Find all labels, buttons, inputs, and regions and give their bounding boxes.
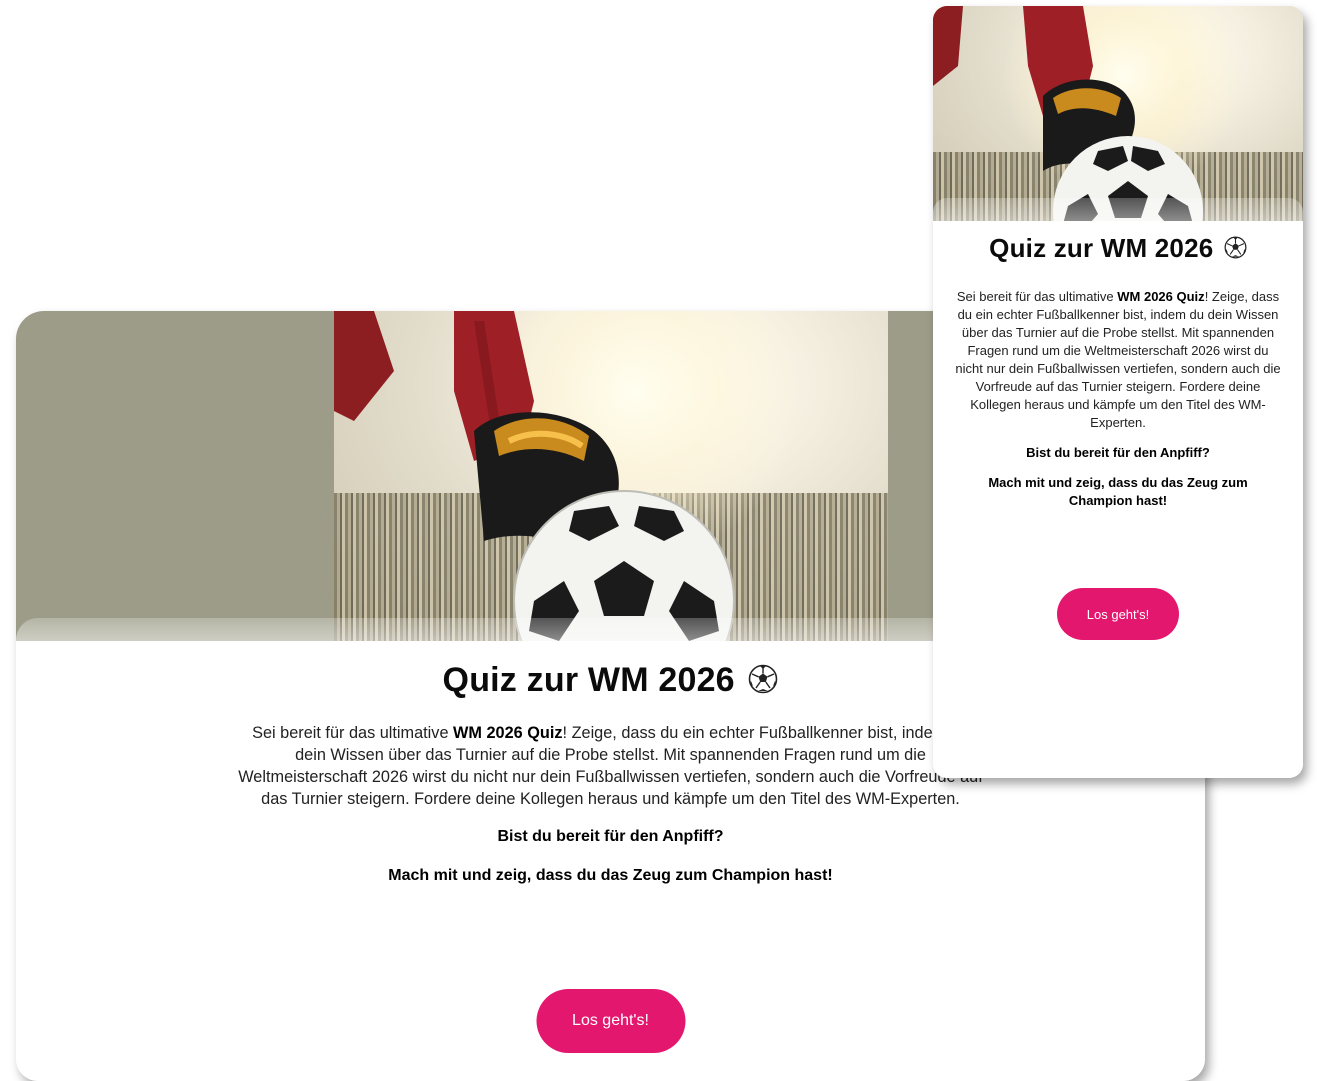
soccer-ball-icon [749,664,778,694]
start-quiz-button[interactable]: Los geht's! [536,989,685,1053]
quiz-name-highlight: WM 2026 Quiz [1117,289,1205,304]
content-panel: Quiz zur WM 2026 Sei bereit für das ulti… [933,198,1303,778]
quiz-intro: Sei bereit für das ultimative WM 2026 Qu… [238,724,983,808]
call-to-action-line: Mach mit und zeig, dass du das Zeug zum … [388,867,833,884]
quiz-name-highlight: WM 2026 Quiz [453,724,563,742]
call-to-action-line: Mach mit und zeig, dass du das Zeug zum … [988,475,1248,508]
question-line: Bist du bereit für den Anpfiff? [1026,445,1210,460]
page-title: Quiz zur WM 2026 [933,198,1303,264]
quiz-intro: Sei bereit für das ultimative WM 2026 Qu… [955,289,1281,430]
soccer-player-illustration [334,311,804,641]
soccer-ball-icon [1224,236,1247,259]
hero-image [334,311,888,641]
quiz-card-mobile: Quiz zur WM 2026 Sei bereit für das ulti… [933,6,1303,778]
hero-image [933,6,1303,221]
soccer-player-illustration [933,6,1243,221]
hero-banner [933,6,1303,221]
question-line: Bist du bereit für den Anpfiff? [497,828,724,845]
start-quiz-button[interactable]: Los geht's! [1057,588,1179,640]
